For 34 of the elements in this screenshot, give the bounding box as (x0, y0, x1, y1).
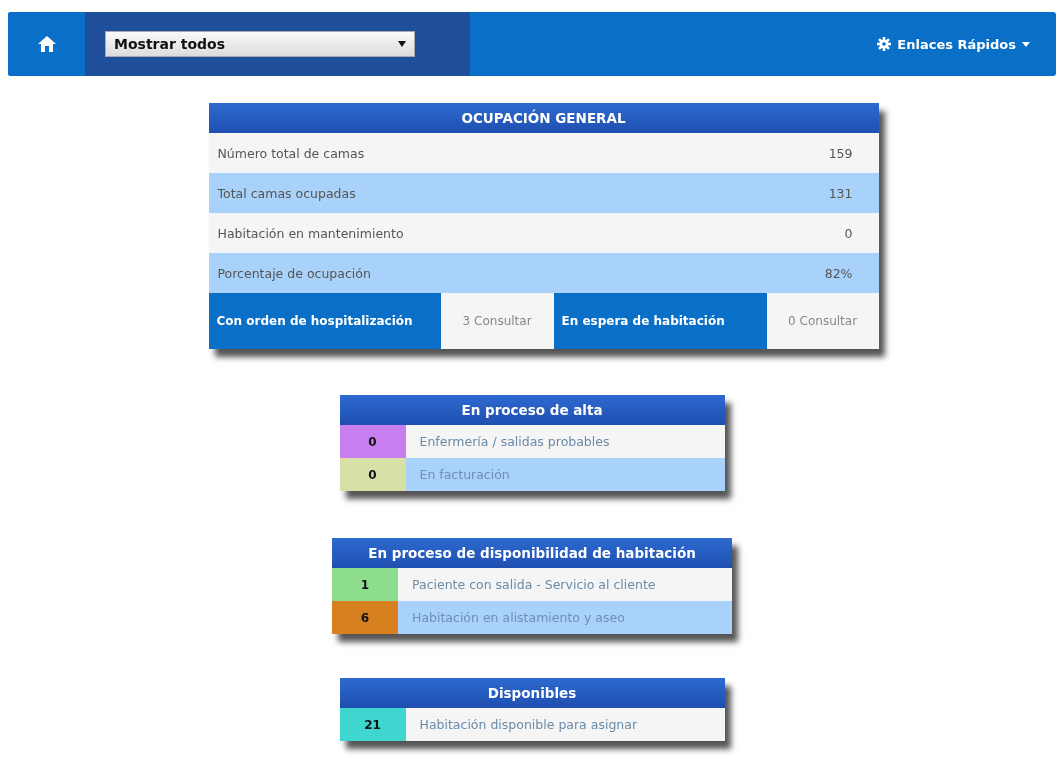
count-cell: 6 (332, 601, 398, 634)
row-label: Número total de camas (217, 145, 365, 161)
row-label: Habitación en mantenimiento (217, 225, 404, 241)
filter-select[interactable]: Mostrar todos (105, 31, 415, 57)
status-label[interactable]: Enfermería / salidas probables (405, 425, 610, 458)
status-label[interactable]: Habitación en alistamiento y aseo (398, 601, 625, 634)
consult-link[interactable]: Consultar (799, 314, 858, 328)
count-cell: 0 (339, 425, 406, 458)
card-header: En proceso de disponibilidad de habitación (332, 538, 732, 568)
gear-icon (877, 37, 892, 51)
card-header: Disponibles (339, 678, 725, 708)
status-label[interactable]: En facturación (405, 458, 510, 491)
row-label: Total camas ocupadas (217, 185, 356, 201)
row-value: 82% (824, 265, 853, 281)
row-label: Porcentaje de ocupación (217, 265, 371, 281)
pending-label: En espera de habitación (553, 293, 767, 349)
count-cell: 0 (339, 458, 406, 491)
row-value: 159 (828, 145, 853, 161)
count-cell: 1 (332, 568, 398, 601)
home-icon (36, 35, 57, 53)
count-cell: 21 (339, 708, 406, 741)
caret-icon (1022, 41, 1030, 47)
status-label[interactable]: Habitación disponible para asignar (405, 708, 638, 741)
pending-label: Con orden de hospitalización (208, 293, 441, 349)
status-label[interactable]: Paciente con salida - Servicio al cliente (398, 568, 656, 601)
consult-link[interactable]: Consultar (474, 314, 532, 328)
card-header: OCUPACIÓN GENERAL (208, 103, 879, 133)
row-value: 131 (828, 185, 853, 201)
pending-count: 3 (462, 314, 471, 328)
dropdown-arrow-icon (398, 41, 406, 47)
row-value: 0 (844, 225, 853, 241)
pending-count: 0 (787, 314, 796, 328)
quick-links-menu[interactable]: Enlaces Rápidos (877, 12, 1056, 76)
card-header: En proceso de alta (339, 395, 725, 425)
